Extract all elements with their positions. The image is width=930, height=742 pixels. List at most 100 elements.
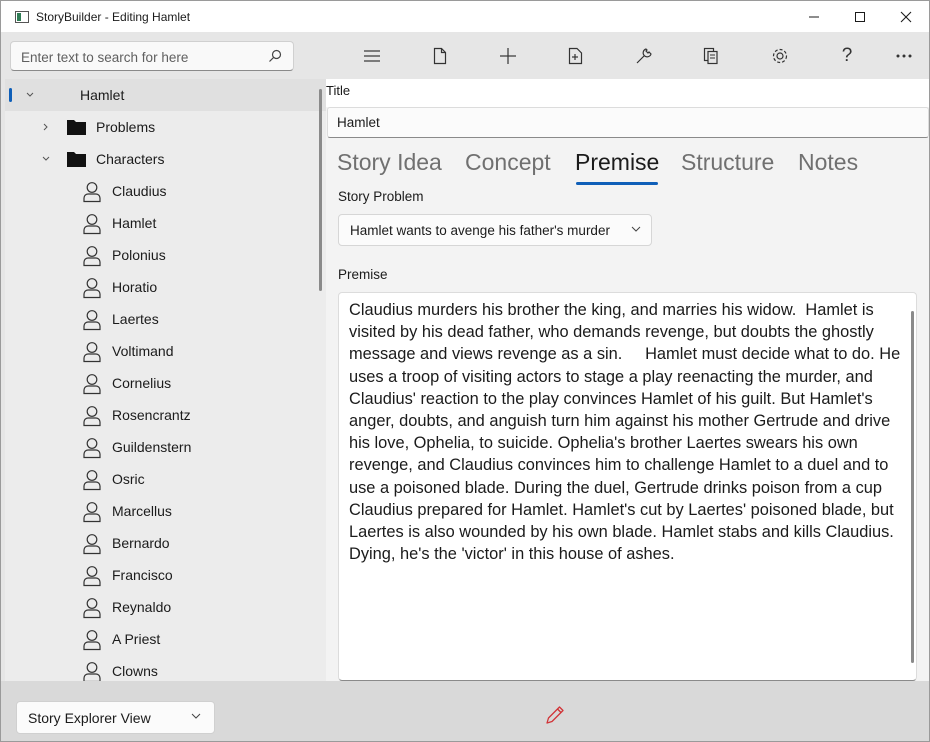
tree-item-label: Voltimand (112, 343, 174, 359)
tab-premise[interactable]: Premise (575, 149, 659, 176)
tree-item-label: Claudius (112, 183, 167, 199)
title-bar: StoryBuilder - Editing Hamlet (1, 1, 929, 32)
tree-item-character[interactable]: Reynaldo (5, 591, 326, 623)
tree-item-label: Francisco (112, 567, 173, 583)
tree-item-character[interactable]: Rosencrantz (5, 399, 326, 431)
tree-item-label: Osric (112, 471, 145, 487)
selection-indicator (9, 88, 12, 102)
person-icon (83, 630, 101, 651)
person-icon (83, 534, 101, 555)
tree-item-problems[interactable]: Problems (5, 111, 326, 143)
premise-textarea[interactable]: Claudius murders his brother the king, a… (338, 292, 917, 681)
chevron-down-icon[interactable] (42, 156, 50, 162)
settings-icon (772, 48, 788, 64)
maximize-button[interactable] (837, 1, 883, 32)
title-label: Title (326, 83, 351, 98)
close-icon (900, 11, 912, 22)
tree-item-character[interactable]: Horatio (5, 271, 326, 303)
app-window: StoryBuilder - Editing Hamlet Enter text… (0, 0, 930, 742)
menu-button[interactable] (354, 41, 390, 71)
toolbar: ? (1, 32, 929, 79)
title-input[interactable] (337, 115, 897, 130)
close-button[interactable] (883, 1, 929, 32)
tree-item-label: Cornelius (112, 375, 172, 391)
search-icon[interactable] (267, 48, 283, 64)
tree-item-label: Rosencrantz (112, 407, 191, 423)
tree-item-label: Characters (96, 151, 165, 167)
chevron-down-icon (191, 713, 201, 719)
sidebar-scrollbar[interactable] (319, 89, 322, 291)
tree-item-label: Horatio (112, 279, 158, 295)
tree-item-label: Reynaldo (112, 599, 172, 615)
more-button[interactable] (886, 41, 922, 71)
premise-text: Claudius murders his brother the king, a… (349, 301, 905, 564)
chevron-down-icon (631, 226, 641, 232)
active-tab-indicator (576, 182, 658, 185)
add-element-icon (568, 47, 583, 65)
tab-structure[interactable]: Structure (681, 149, 774, 176)
folder-icon (67, 152, 86, 167)
person-icon (83, 214, 101, 235)
more-icon (896, 54, 912, 58)
story-explorer-tree: Hamlet Problems Characters Claudius Hamle… (5, 79, 326, 681)
settings-button[interactable] (762, 41, 798, 71)
premise-scrollbar[interactable] (911, 311, 914, 663)
tree-item-character[interactable]: Cornelius (5, 367, 326, 399)
tree-item-character[interactable]: Marcellus (5, 495, 326, 527)
caption-buttons (791, 1, 929, 32)
story-problem-label: Story Problem (338, 189, 424, 204)
view-selector-dropdown[interactable]: Story Explorer View (16, 701, 215, 734)
tree-item-character[interactable]: A Priest (5, 623, 326, 655)
tree-item-character[interactable]: Bernardo (5, 527, 326, 559)
title-header: Title (326, 79, 929, 107)
tree-item-character[interactable]: Guildenstern (5, 431, 326, 463)
tree-item-character[interactable]: Claudius (5, 175, 326, 207)
tools-button[interactable] (626, 41, 662, 71)
person-icon (83, 406, 101, 427)
person-icon (83, 502, 101, 523)
tree-item-character[interactable]: Voltimand (5, 335, 326, 367)
help-button[interactable]: ? (829, 41, 865, 71)
tree-item-label: Polonius (112, 247, 166, 263)
tab-concept[interactable]: Concept (465, 149, 551, 176)
story-problem-dropdown[interactable]: Hamlet wants to avenge his father's murd… (338, 214, 652, 246)
tree-item-label: Hamlet (112, 215, 157, 231)
view-selector-value: Story Explorer View (28, 710, 151, 726)
edit-pencil-icon[interactable] (544, 704, 566, 726)
new-file-button[interactable] (422, 41, 458, 71)
tree-item-label: Problems (96, 119, 156, 135)
tree-item-character[interactable]: Laertes (5, 303, 326, 335)
person-icon (83, 246, 101, 267)
tree-item-character[interactable]: Hamlet (5, 207, 326, 239)
chevron-right-icon[interactable] (43, 123, 49, 131)
tree-item-character[interactable]: Clowns (5, 655, 326, 681)
tree-item-character[interactable]: Osric (5, 463, 326, 495)
tree-item-label: Marcellus (112, 503, 172, 519)
tree-item-character[interactable]: Francisco (5, 559, 326, 591)
copy-button[interactable] (693, 41, 729, 71)
content-pane: Title Story Idea Concept Premise Structu… (326, 79, 929, 681)
tree-item-label: A Priest (112, 631, 161, 647)
add-button[interactable] (490, 41, 526, 71)
person-icon (83, 566, 101, 587)
minimize-button[interactable] (791, 1, 837, 32)
search-input[interactable] (21, 48, 261, 66)
add-element-button[interactable] (558, 41, 594, 71)
person-icon (83, 278, 101, 299)
story-problem-value: Hamlet wants to avenge his father's murd… (350, 223, 610, 238)
person-icon (83, 598, 101, 619)
tree-item-root[interactable]: Hamlet (5, 79, 326, 111)
title-field (327, 107, 929, 138)
person-icon (83, 374, 101, 395)
tree-item-character[interactable]: Polonius (5, 239, 326, 271)
person-icon (83, 438, 101, 459)
app-logo-icon (15, 10, 29, 23)
tab-notes[interactable]: Notes (798, 149, 858, 176)
person-icon (83, 310, 101, 331)
chevron-down-icon[interactable] (26, 92, 34, 98)
premise-label: Premise (338, 267, 388, 282)
tab-story-idea[interactable]: Story Idea (337, 149, 442, 176)
tree-item-characters[interactable]: Characters (5, 143, 326, 175)
tree-item-label: Clowns (112, 663, 158, 679)
minimize-icon (809, 16, 819, 17)
